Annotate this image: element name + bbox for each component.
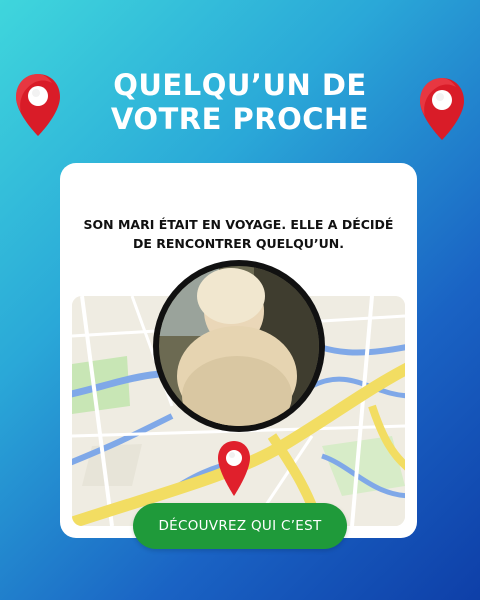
headline: QUELQU’UN DE VOTRE PROCHE [110,68,370,136]
map-pin-icon [420,78,464,140]
avatar [153,260,325,432]
discover-button[interactable]: DÉCOUVREZ QUI C’EST [133,503,347,549]
story-text: SON MARI ÉTAIT EN VOYAGE. ELLE A DÉCIDÉ … [83,217,394,251]
map-pin-icon [218,441,250,496]
map-pin-icon [16,74,60,136]
blurred-photo [159,266,319,426]
